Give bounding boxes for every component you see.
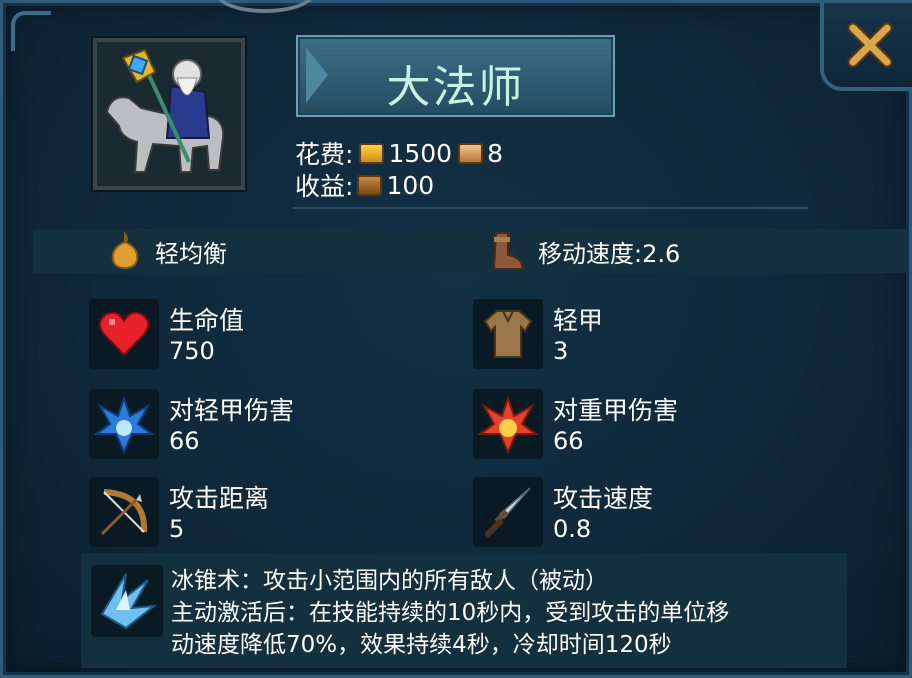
income-value: 100	[386, 170, 435, 200]
close-icon[interactable]	[845, 20, 895, 70]
stat-attack-speed: 攻击速度 0.8	[473, 477, 813, 549]
dagger-icon-box	[473, 477, 543, 547]
stat-value: 750	[169, 337, 215, 365]
income-row: 收益: 100	[295, 169, 435, 202]
income-label: 收益:	[295, 172, 354, 201]
skill-line-1: 冰锥术：攻击小范围内的所有敌人（被动）	[171, 568, 608, 594]
archmage-portrait-icon	[97, 42, 241, 186]
armor-type-label: 轻均衡	[155, 239, 227, 268]
boot-icon	[492, 232, 523, 270]
stat-label: 攻击速度	[553, 484, 654, 513]
armor-type-icon	[111, 232, 139, 270]
treasure-chest-icon	[357, 174, 383, 196]
armor-type-trait: 轻均衡	[109, 229, 227, 273]
bow-icon	[100, 489, 148, 536]
gold-cost: 1500	[388, 138, 453, 168]
divider	[293, 207, 808, 209]
skill-line-3: 动速度降低70%，效果持续4秒，冷却时间120秒	[171, 632, 672, 658]
stat-value: 66	[169, 427, 200, 455]
move-speed-trait: 移动速度:2.6	[488, 229, 680, 273]
stat-damage-heavy: 对重甲伤害 66	[473, 389, 813, 461]
armor-icon-box	[473, 299, 543, 369]
move-speed-label: 移动速度:2.6	[538, 239, 681, 268]
corner-ornament	[11, 11, 51, 51]
cost-label: 花费:	[295, 140, 354, 169]
blue-burst-icon-box	[89, 389, 159, 459]
stat-label: 攻击距离	[169, 484, 270, 513]
blue-burst-icon	[94, 394, 154, 454]
light-armor-icon	[483, 310, 533, 358]
stat-label: 生命值	[169, 306, 245, 335]
unit-info-panel: 大法师 花费: 1500 8 收益: 100 轻均衡 移动速度:2.6 生命值 …	[0, 0, 912, 678]
stat-label: 轻甲	[553, 306, 604, 335]
unit-name: 大法师	[386, 62, 525, 113]
stat-value: 3	[553, 337, 569, 365]
stat-value: 5	[169, 515, 185, 543]
stat-label: 对重甲伤害	[553, 396, 679, 425]
top-ornament	[216, 0, 314, 13]
fire-burst-icon	[478, 394, 538, 454]
ice-shard-icon	[100, 573, 158, 630]
stat-value: 66	[553, 427, 584, 455]
stat-damage-light: 对轻甲伤害 66	[89, 389, 429, 461]
gold-icon	[359, 142, 385, 164]
hero-portrait	[93, 38, 245, 190]
population-icon	[458, 142, 484, 164]
cost-row: 花费: 1500 8	[295, 137, 503, 170]
stat-label: 对轻甲伤害	[169, 396, 295, 425]
fire-burst-icon-box	[473, 389, 543, 459]
heart-icon	[98, 311, 150, 357]
close-button[interactable]	[820, 3, 912, 91]
skill-description: 冰锥术：攻击小范围内的所有敌人（被动） 主动激活后：在技能持续的10秒内，受到攻…	[81, 553, 847, 668]
unit-name-plate: 大法师	[296, 35, 615, 117]
stat-health: 生命值 750	[89, 299, 429, 371]
stat-value: 0.8	[553, 515, 592, 543]
skill-line-2: 主动激活后：在技能持续的10秒内，受到攻击的单位移	[171, 600, 730, 626]
bow-icon-box	[89, 477, 159, 547]
population-cost: 8	[487, 138, 503, 168]
heart-icon-box	[89, 299, 159, 369]
traits-bar: 轻均衡 移动速度:2.6	[33, 229, 909, 273]
stat-attack-range: 攻击距离 5	[89, 477, 429, 549]
ice-shard-icon-box	[91, 565, 163, 637]
skill-text: 冰锥术：攻击小范围内的所有敌人（被动） 主动激活后：在技能持续的10秒内，受到攻…	[171, 565, 841, 661]
dagger-icon	[485, 487, 531, 537]
stat-armor: 轻甲 3	[473, 299, 813, 371]
